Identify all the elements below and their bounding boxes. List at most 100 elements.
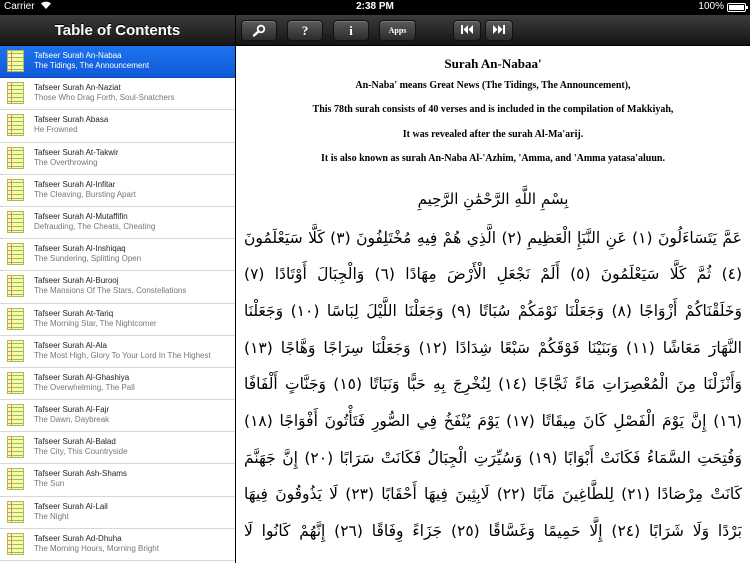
next-surah-button[interactable] [485,20,513,41]
toc-item-title: Tafseer Surah Al-Ghashiya [34,372,130,382]
document-icon [7,404,24,427]
intro-line: It is also known as surah An-Naba Al-'Az… [321,153,665,165]
toc-item-al-ala[interactable]: Tafseer Surah Al-Ala The Most High, Glory… [0,335,235,368]
toc-item-subtitle: Defrauding, The Cheats, Cheating [34,221,156,231]
basmala: بِسْمِ اللَّهِ الرَّحْمَٰنِ الرَّحِيمِ [417,189,569,208]
toc-item-title: Tafseer Surah At-Takwir [34,147,119,157]
verse-line: وَأَنْزَلْنَا مِنَ الْمُعْصِرَاتِ مَاءً … [244,375,742,394]
toc-item-title: Tafseer Surah Al-Ala [34,340,107,350]
toc-item-subtitle: The Morning Star, The Nightcomer [34,318,157,328]
toc-item-title: Tafseer Surah Al-Mutaffifin [34,211,128,221]
toc-item-al-balad[interactable]: Tafseer Surah Al-Balad The City, This Cou… [0,432,235,465]
toc-navigation-bar: Table of Contents [0,15,235,46]
toc-item-at-takwir[interactable]: Tafseer Surah At-Takwir The Overthrowing [0,142,235,175]
toc-item-title: Tafseer Surah Abasa [34,115,109,125]
help-button[interactable]: ? [287,20,323,41]
verse-line: وَفُتِحَتِ السَّمَاءُ فَكَانَتْ أَبْوَاب… [244,448,742,467]
toc-item-al-burooj[interactable]: Tafseer Surah Al-Burooj The Mansions Of T… [0,271,235,304]
toc-item-an-naziat[interactable]: Tafseer Surah An-Naziat Those Who Drag Fo… [0,78,235,111]
apps-button[interactable]: Apps [379,20,416,41]
previous-surah-button[interactable] [453,20,481,41]
toc-item-subtitle: Those Who Drag Forth, Soul-Snatchers [34,93,175,103]
toc-item-title: Tafseer Surah Al-Infitar [34,179,116,189]
document-icon [7,468,24,491]
document-icon [7,500,24,523]
toc-item-subtitle: The Sundering, Splitting Open [34,254,142,264]
skip-forward-icon [486,24,512,35]
toc-item-subtitle: The Sun [34,479,65,489]
toc-item-subtitle: The Cleaving, Bursting Apart [34,189,136,199]
document-icon [7,371,24,394]
toc-item-title: Tafseer Surah At-Tariq [34,308,114,318]
intro-line: An-Naba' means Great News (The Tidings, … [355,80,631,91]
toc-item-title: Tafseer Surah Al-Inshiqaq [34,244,126,254]
toc-item-title: Tafseer Surah An-Naziat [34,83,121,93]
document-icon [7,114,24,137]
toc-item-subtitle: The Most High, Glory To Your Lord In The… [34,350,211,360]
verse-line: عَمَّ يَتَسَاءَلُونَ (١) عَنِ النَّبَإِ … [244,228,742,247]
surah-title: Surah An-Nabaa' [444,56,542,71]
document-icon [7,146,24,169]
document-icon [7,210,24,233]
toc-item-title: Tafseer Surah An-Nabaa [34,51,122,60]
reading-pane: ? i Apps Surah An-Nabaa' An-Naba' means … [236,15,750,563]
toc-item-al-ghashiya[interactable]: Tafseer Surah Al-Ghashiya The Overwhelmin… [0,367,235,401]
toc-item-ad-dhuha[interactable]: Tafseer Surah Ad-Dhuha The Morning Hours,… [0,528,235,561]
toc-item-subtitle: The Morning Hours, Morning Bright [34,543,159,553]
toc-item-al-lail[interactable]: Tafseer Surah Al-Lail The Night [0,496,235,529]
battery-icon [727,3,748,12]
document-icon [7,436,24,459]
toc-item-abasa[interactable]: Tafseer Surah Abasa He Frowned [0,110,235,143]
verse-line: كَانَتْ مِرْصَادًا (٢١) لِلطَّاغِينَ مَآ… [244,485,742,504]
document-icon [7,50,24,72]
verse-line: وَخَلَقْنَاكُمْ أَزْوَاجًا (٨) وَجَعَلْن… [244,302,742,320]
toc-item-al-inshiqaq[interactable]: Tafseer Surah Al-Inshiqaq The Sundering, … [0,239,235,272]
toc-item-subtitle: He Frowned [34,125,78,135]
arabic-verses: عَمَّ يَتَسَاءَلُونَ (١) عَنِ النَّبَإِ … [240,220,746,550]
toc-item-subtitle: The Mansions Of The Stars, Constellation… [34,286,187,296]
document-icon [7,82,24,105]
intro-line: This 78th surah consists of 40 verses an… [312,104,674,116]
toc-item-subtitle: The Night [34,511,69,521]
document-icon [7,178,24,201]
toc-item-subtitle: The Overthrowing [34,157,98,167]
verse-line: بَرْدًا وَلَا شَرَابًا (٢٤) إِلَّا حَمِي… [244,522,742,541]
battery-percentage: 100% [698,1,724,12]
document-icon [7,275,24,298]
toc-item-title: Tafseer Surah Al-Fajr [34,405,110,415]
surah-intro: An-Naba' means Great News (The Tidings, … [240,74,746,172]
toolbar: ? i Apps [236,15,750,46]
document-icon [7,339,24,362]
verse-line: (٤) ثُمَّ كَلَّا سَيَعْلَمُونَ (٥) أَلَم… [244,265,742,284]
intro-line: It was revealed after the surah Al-Ma'ar… [402,128,584,140]
toc-item-ash-shams[interactable]: Tafseer Surah Ash-Shams The Sun [0,464,235,497]
toc-item-al-mutaffifin[interactable]: Tafseer Surah Al-Mutaffifin Defrauding, T… [0,206,235,240]
search-icon [242,24,276,37]
toc-item-title: Tafseer Surah Al-Balad [34,437,116,447]
toc-item-subtitle: The Tidings, The Announcement [34,61,150,70]
toc-item-title: Tafseer Surah Al-Burooj [34,276,119,286]
toc-list: Tafseer Surah An-Nabaa The Tidings, The A… [0,46,235,561]
clock: 2:38 PM [356,1,394,12]
toc-title: Table of Contents [54,22,181,39]
document-icon [7,532,24,555]
toc-item-at-tariq[interactable]: Tafseer Surah At-Tariq The Morning Star, … [0,303,235,336]
document-icon [7,243,24,266]
status-bar: Carrier 2:38 PM 100% [0,0,750,15]
toc-item-title: Tafseer Surah Ash-Shams [34,469,127,479]
toc-item-subtitle: The Dawn, Daybreak [34,415,110,425]
toc-item-an-nabaa[interactable]: Tafseer Surah An-Nabaa The Tidings, The A… [0,46,235,79]
info-button[interactable]: i [333,20,369,41]
toc-item-al-infitar[interactable]: Tafseer Surah Al-Infitar The Cleaving, Bu… [0,174,235,207]
toc-item-title: Tafseer Surah Al-Lail [34,501,108,511]
verse-line: النَّهَارَ مَعَاشًا (١١) وَبَنَيْنَا فَو… [244,338,742,357]
search-button[interactable] [241,20,277,41]
verse-line: (١٦) إِنَّ يَوْمَ الْفَصْلِ كَانَ مِيقَا… [244,412,742,431]
skip-back-icon [454,24,480,35]
table-of-contents-pane: Table of Contents Tafseer Surah An-Nabaa… [0,15,235,563]
toc-item-subtitle: The Overwhelming, The Pall [34,382,135,392]
toc-item-title: Tafseer Surah Ad-Dhuha [34,533,122,543]
toc-item-subtitle: The City, This Countryside [34,447,128,457]
toc-item-al-fajr[interactable]: Tafseer Surah Al-Fajr The Dawn, Daybreak [0,400,235,433]
document-icon [7,307,24,330]
